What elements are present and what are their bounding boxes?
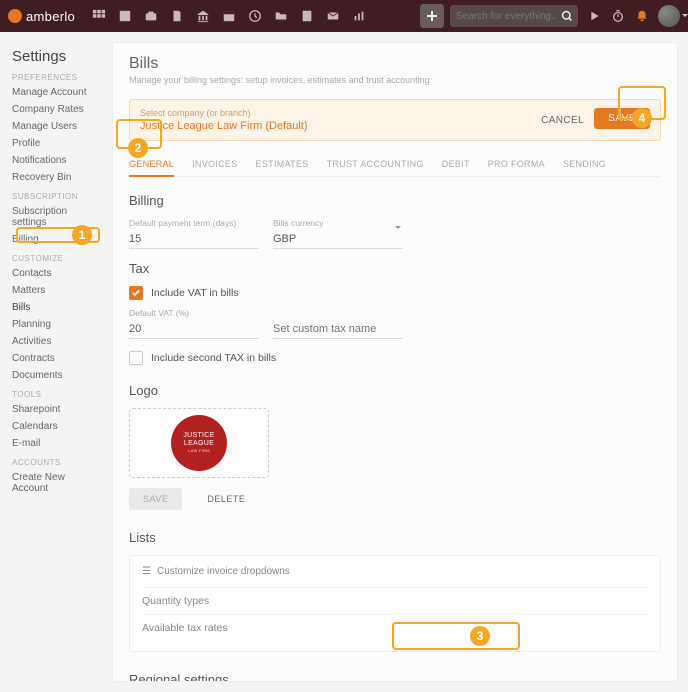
- logo-line2: LEAGUE: [184, 440, 214, 448]
- company-bar: Select company (or branch) Justice Leagu…: [129, 99, 661, 141]
- clock-icon[interactable]: [243, 4, 267, 28]
- sidebar-item-email[interactable]: E-mail: [10, 435, 102, 452]
- custom-tax-spacer: [273, 308, 403, 318]
- sidebar-item-bills[interactable]: Bills: [10, 299, 102, 316]
- tab-debit[interactable]: DEBIT: [442, 153, 470, 176]
- sidebar-item-contacts[interactable]: Contacts: [10, 265, 102, 282]
- sidebar-group-tools: TOOLS: [12, 390, 102, 399]
- include-second-tax-checkbox[interactable]: [129, 351, 143, 365]
- custom-tax-input[interactable]: [273, 320, 403, 339]
- play-icon[interactable]: [582, 4, 606, 28]
- logo-dropzone[interactable]: JUSTICE LEAGUE LAW FIRM: [129, 408, 269, 478]
- sidebar-item-create-account[interactable]: Create New Account: [10, 469, 102, 497]
- company-label: Select company (or branch): [140, 108, 541, 118]
- sidebar-item-recovery-bin[interactable]: Recovery Bin: [10, 169, 102, 186]
- report-icon[interactable]: [347, 4, 371, 28]
- brand-text: amberlo: [26, 9, 75, 24]
- lists-item-tax-rates[interactable]: Available tax rates: [142, 614, 648, 641]
- lists-customize-label: Customize invoice dropdowns: [157, 566, 290, 577]
- sidebar-item-planning[interactable]: Planning: [10, 316, 102, 333]
- sidebar-item-manage-users[interactable]: Manage Users: [10, 118, 102, 135]
- search-box[interactable]: [450, 5, 578, 27]
- logo-line3: LAW FIRM: [188, 449, 210, 453]
- default-term-input[interactable]: [129, 230, 259, 249]
- company-value[interactable]: Justice League Law Firm (Default): [140, 120, 541, 132]
- tab-invoices[interactable]: INVOICES: [192, 153, 237, 176]
- bank-icon[interactable]: [191, 4, 215, 28]
- tab-trust-accounting[interactable]: TRUST ACCOUNTING: [327, 153, 424, 176]
- lists-customize-header: ☰ Customize invoice dropdowns: [142, 566, 648, 577]
- avatar[interactable]: [658, 5, 680, 27]
- include-vat-checkbox[interactable]: [129, 286, 143, 300]
- sidebar-item-calendars[interactable]: Calendars: [10, 418, 102, 435]
- currency-select[interactable]: [273, 230, 403, 249]
- tab-pro-forma[interactable]: PRO FORMA: [488, 153, 545, 176]
- sidebar-item-matters[interactable]: Matters: [10, 282, 102, 299]
- section-regional: Regional settings: [129, 672, 661, 682]
- sidebar-item-company-rates[interactable]: Company Rates: [10, 101, 102, 118]
- default-term-label: Default payment term (days): [129, 218, 259, 228]
- sidebar-item-profile[interactable]: Profile: [10, 135, 102, 152]
- sidebar-group-customize: CUSTOMIZE: [12, 254, 102, 263]
- logo-save-button[interactable]: SAVE: [129, 488, 182, 510]
- mail-icon[interactable]: [321, 4, 345, 28]
- include-second-tax-label: Include second TAX in bills: [151, 352, 276, 364]
- sidebar-item-documents[interactable]: Documents: [10, 367, 102, 384]
- list-icon: ☰: [142, 566, 151, 577]
- sidebar-group-preferences: PREFERENCES: [12, 73, 102, 82]
- section-logo: Logo: [129, 383, 661, 398]
- sidebar-item-notifications[interactable]: Notifications: [10, 152, 102, 169]
- sidebar-item-manage-account[interactable]: Manage Account: [10, 84, 102, 101]
- settings-sidebar: Settings PREFERENCES Manage Account Comp…: [10, 42, 102, 682]
- lists-panel: ☰ Customize invoice dropdowns Quantity t…: [129, 555, 661, 652]
- cancel-button[interactable]: CANCEL: [541, 115, 584, 126]
- default-vat-input[interactable]: [129, 320, 259, 339]
- sidebar-item-subscription-settings[interactable]: Subscription settings: [10, 203, 102, 231]
- page-icon[interactable]: [295, 4, 319, 28]
- timer-icon[interactable]: [606, 4, 630, 28]
- document-icon[interactable]: [165, 4, 189, 28]
- folder-icon[interactable]: [269, 4, 293, 28]
- bell-icon[interactable]: [630, 4, 654, 28]
- sidebar-item-activities[interactable]: Activities: [10, 333, 102, 350]
- sidebar-group-subscription: SUBSCRIPTION: [12, 192, 102, 201]
- section-billing: Billing: [129, 193, 661, 208]
- default-vat-label: Default VAT (%): [129, 308, 259, 318]
- tab-general[interactable]: GENERAL: [129, 153, 174, 177]
- logo-line1: JUSTICE: [183, 432, 214, 440]
- contact-icon[interactable]: [113, 4, 137, 28]
- search-icon[interactable]: [556, 5, 578, 27]
- calendar-icon[interactable]: [217, 4, 241, 28]
- sidebar-item-sharepoint[interactable]: Sharepoint: [10, 401, 102, 418]
- save-button[interactable]: SAVE: [594, 108, 650, 129]
- lists-item-quantity-types[interactable]: Quantity types: [142, 587, 648, 614]
- sidebar-item-contracts[interactable]: Contracts: [10, 350, 102, 367]
- tab-sending[interactable]: SENDING: [563, 153, 606, 176]
- briefcase-icon[interactable]: [139, 4, 163, 28]
- topbar: amberlo: [0, 0, 688, 32]
- section-tax: Tax: [129, 261, 661, 276]
- sidebar-group-accounts: ACCOUNTS: [12, 458, 102, 467]
- section-lists: Lists: [129, 530, 661, 545]
- grid-icon[interactable]: [87, 4, 111, 28]
- sidebar-title: Settings: [12, 48, 102, 65]
- brand-logo-icon: [8, 9, 22, 23]
- tab-estimates[interactable]: ESTIMATES: [256, 153, 309, 176]
- brand[interactable]: amberlo: [8, 9, 75, 24]
- tabs: GENERAL INVOICES ESTIMATES TRUST ACCOUNT…: [129, 153, 661, 177]
- search-input[interactable]: [456, 11, 556, 22]
- add-button[interactable]: [420, 4, 444, 28]
- page-title: Bills: [129, 55, 661, 73]
- sidebar-item-billing[interactable]: Billing: [10, 231, 102, 248]
- logo-preview: JUSTICE LEAGUE LAW FIRM: [171, 415, 227, 471]
- include-vat-label: Include VAT in bills: [151, 287, 239, 299]
- nav-icons: [87, 4, 371, 28]
- currency-label: Bills currency: [273, 218, 403, 228]
- page-subtitle: Manage your billing settings: setup invo…: [129, 75, 661, 85]
- main-panel: Bills Manage your billing settings: setu…: [112, 42, 678, 682]
- logo-delete-button[interactable]: DELETE: [193, 488, 259, 510]
